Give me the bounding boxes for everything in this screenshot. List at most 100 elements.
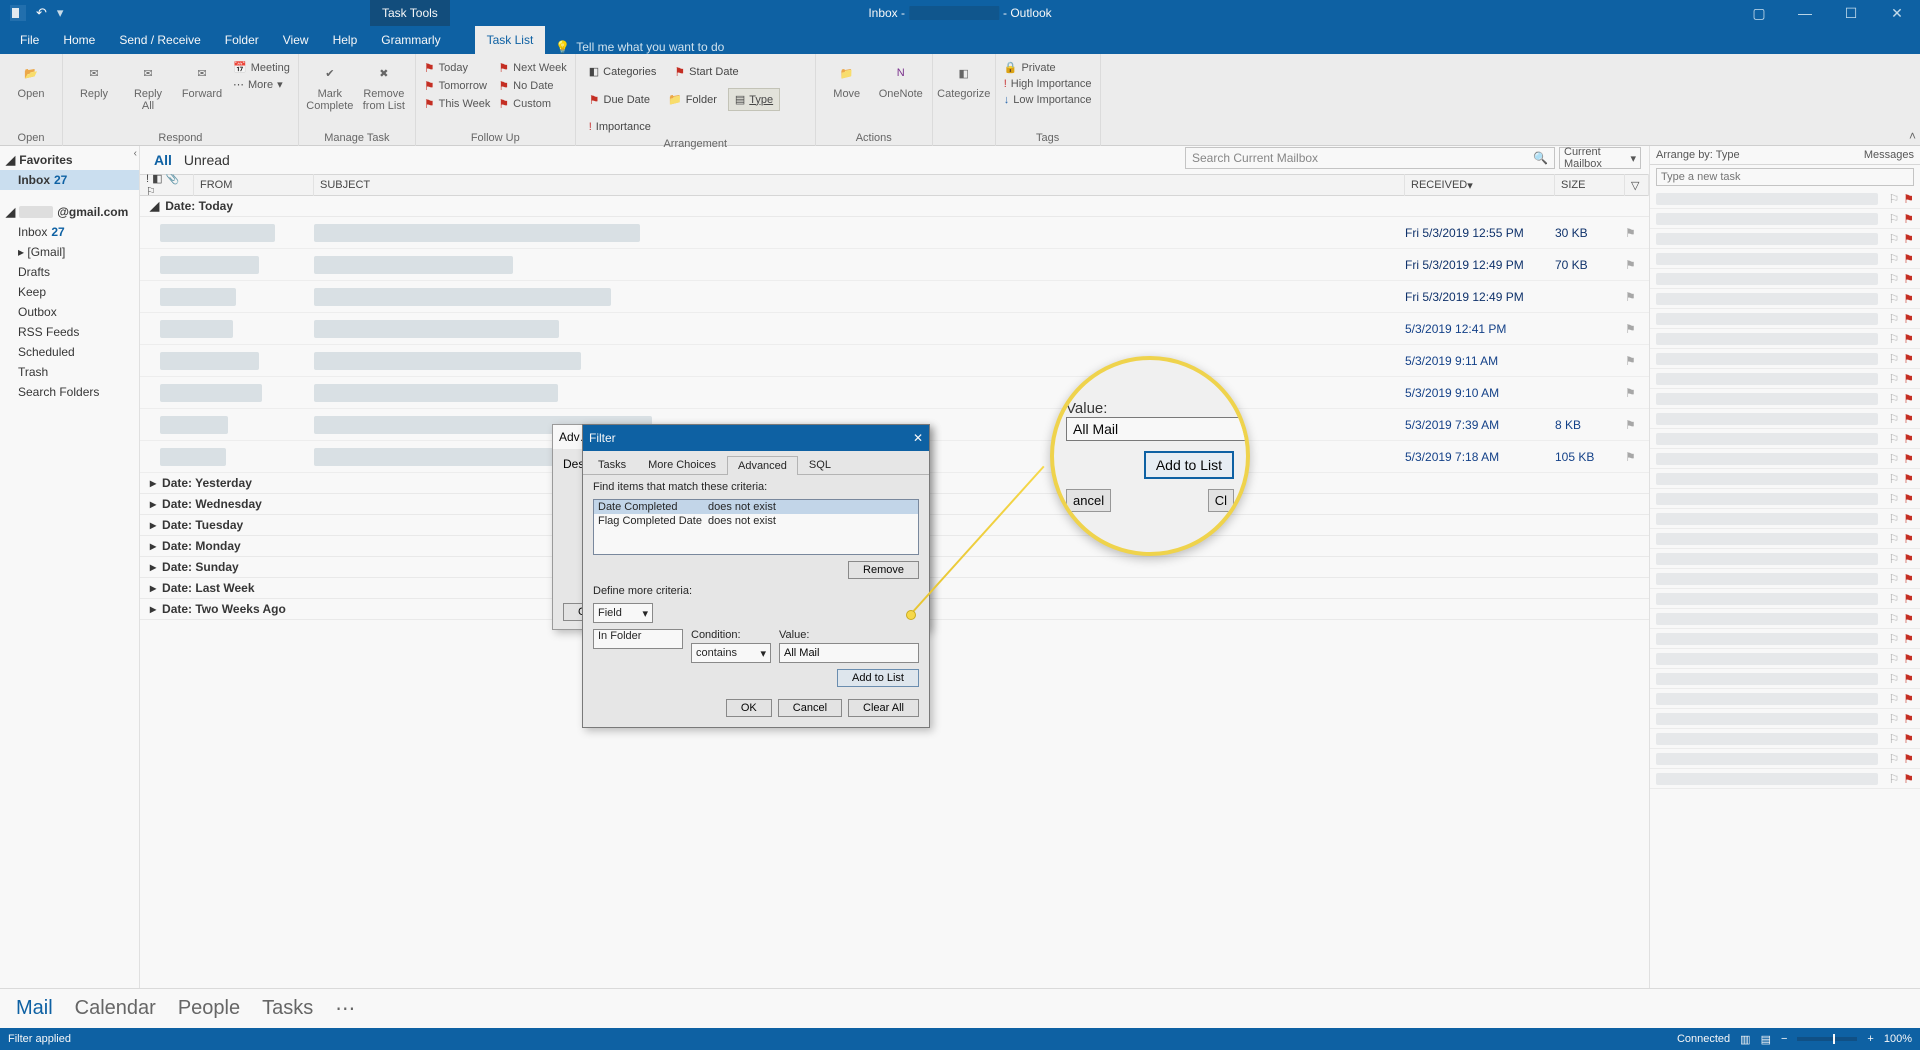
flag-icon[interactable]: ⚑ [1903, 472, 1914, 486]
task-row[interactable]: ⚐⚑ [1650, 329, 1920, 349]
flag-tomorrow-button[interactable]: ⚑Tomorrow [422, 78, 493, 94]
task-row[interactable]: ⚐⚑ [1650, 309, 1920, 329]
task-row[interactable]: ⚐⚑ [1650, 429, 1920, 449]
close-window-icon[interactable]: ✕ [1874, 0, 1920, 26]
flag-icon[interactable]: ⚑ [1625, 258, 1636, 272]
zoom-out-icon[interactable]: − [1781, 1033, 1787, 1045]
col-subject[interactable]: SUBJECT [314, 174, 1405, 196]
task-row[interactable]: ⚐⚑ [1650, 229, 1920, 249]
flag-icon[interactable]: ⚑ [1903, 212, 1914, 226]
flag-icon[interactable]: ⚑ [1903, 352, 1914, 366]
flag-icon[interactable]: ⚑ [1903, 232, 1914, 246]
criteria-row[interactable]: Flag Completed Datedoes not exist [594, 514, 918, 528]
task-row[interactable]: ⚐⚑ [1650, 589, 1920, 609]
flag-icon[interactable]: ⚑ [1903, 772, 1914, 786]
task-row[interactable]: ⚐⚑ [1650, 269, 1920, 289]
flag-icon[interactable]: ⚑ [1903, 192, 1914, 206]
filter-unread[interactable]: Unread [184, 152, 230, 168]
flag-icon[interactable]: ⚑ [1625, 386, 1636, 400]
condition-dropdown[interactable]: contains▾ [691, 643, 771, 663]
flag-icon[interactable]: ⚑ [1903, 732, 1914, 746]
flag-icon[interactable]: ⚑ [1903, 612, 1914, 626]
qat-customize-icon[interactable]: ▾ [57, 5, 64, 21]
flag-icon[interactable]: ⚑ [1903, 392, 1914, 406]
flag-icon[interactable]: ⚑ [1625, 418, 1636, 432]
flag-icon[interactable]: ⚑ [1903, 272, 1914, 286]
zoom-in-icon[interactable]: + [1867, 1033, 1873, 1045]
flag-icon[interactable]: ⚑ [1625, 450, 1636, 464]
col-icons[interactable]: ! ◧ 📎 ⚐ [140, 174, 194, 196]
flag-icon[interactable]: ⚑ [1903, 592, 1914, 606]
mark-complete-button[interactable]: ✔Mark Complete [305, 60, 355, 112]
col-flag[interactable]: ▽ [1625, 174, 1649, 196]
flag-icon[interactable]: ⚑ [1625, 290, 1636, 304]
view-reading-icon[interactable]: ▤ [1761, 1033, 1771, 1046]
col-from[interactable]: FROM [194, 174, 314, 196]
clear-all-button[interactable]: Clear All [848, 699, 919, 717]
filter-tab-sql[interactable]: SQL [798, 455, 842, 474]
value-input[interactable] [779, 643, 919, 663]
task-row[interactable]: ⚐⚑ [1650, 449, 1920, 469]
arrange-importance[interactable]: !Importance [582, 116, 658, 138]
flag-icon[interactable]: ⚑ [1903, 492, 1914, 506]
collapse-ribbon-icon[interactable]: ˄ [1909, 129, 1916, 143]
task-row[interactable]: ⚐⚑ [1650, 409, 1920, 429]
flag-icon[interactable]: ⚑ [1903, 412, 1914, 426]
task-row[interactable]: ⚐⚑ [1650, 349, 1920, 369]
flag-icon[interactable]: ⚑ [1903, 452, 1914, 466]
message-row[interactable]: Fri 5/3/2019 12:55 PM30 KB⚑ [140, 217, 1649, 249]
open-button[interactable]: 📂 Open [6, 60, 56, 100]
account-header[interactable]: ◢@gmail.com [0, 202, 139, 222]
task-row[interactable]: ⚐⚑ [1650, 709, 1920, 729]
arrange-folder[interactable]: 📁Folder [661, 88, 724, 111]
high-importance-button[interactable]: !High Importance [1002, 77, 1094, 91]
mag-add-to-list-button[interactable]: Add to List [1144, 451, 1234, 479]
col-received[interactable]: RECEIVED ▾ [1405, 174, 1555, 196]
view-normal-icon[interactable]: ▥ [1740, 1033, 1750, 1046]
tell-me-search[interactable]: 💡 Tell me what you want to do [555, 40, 724, 54]
arrange-type[interactable]: ▤Type [728, 88, 780, 111]
search-input[interactable]: Search Current Mailbox 🔍 [1185, 147, 1555, 169]
filter-tab-tasks[interactable]: Tasks [587, 455, 637, 474]
ribbon-display-icon[interactable]: ▢ [1736, 0, 1782, 26]
nav-keep[interactable]: Keep [0, 282, 139, 302]
tab-help[interactable]: Help [321, 26, 370, 54]
message-row[interactable]: 5/3/2019 12:41 PM⚑ [140, 313, 1649, 345]
message-row[interactable]: 5/3/2019 9:10 AM⚑ [140, 377, 1649, 409]
task-row[interactable]: ⚐⚑ [1650, 369, 1920, 389]
task-row[interactable]: ⚐⚑ [1650, 749, 1920, 769]
nav-calendar[interactable]: Calendar [75, 997, 156, 1020]
task-row[interactable]: ⚐⚑ [1650, 569, 1920, 589]
arrange-messages[interactable]: Messages [1864, 149, 1914, 161]
criteria-list[interactable]: Date Completeddoes not exist Flag Comple… [593, 499, 919, 555]
flag-icon[interactable]: ⚑ [1625, 322, 1636, 336]
arrange-due-date[interactable]: ⚑Due Date [582, 88, 657, 112]
nav-people[interactable]: People [178, 997, 240, 1020]
undo-icon[interactable]: ↶ [36, 5, 47, 21]
low-importance-button[interactable]: ↓Low Importance [1002, 93, 1094, 107]
fav-inbox[interactable]: Inbox27 [0, 170, 139, 190]
tab-grammarly[interactable]: Grammarly [369, 26, 452, 54]
flag-icon[interactable]: ⚑ [1903, 632, 1914, 646]
criteria-row[interactable]: Date Completeddoes not exist [594, 500, 918, 514]
tab-view[interactable]: View [271, 26, 321, 54]
field-value[interactable]: In Folder [593, 629, 683, 649]
maximize-icon[interactable]: ☐ [1828, 0, 1874, 26]
remove-button[interactable]: Remove [848, 561, 919, 579]
message-row[interactable]: Fri 5/3/2019 12:49 PM⚑ [140, 281, 1649, 313]
filter-tab-more[interactable]: More Choices [637, 455, 727, 474]
task-row[interactable]: ⚐⚑ [1650, 289, 1920, 309]
remove-from-list-button[interactable]: ✖Remove from List [359, 60, 409, 112]
meeting-button[interactable]: 📅Meeting [231, 60, 292, 75]
task-row[interactable]: ⚐⚑ [1650, 189, 1920, 209]
nav-tasks[interactable]: Tasks [262, 997, 313, 1020]
nav-rss[interactable]: RSS Feeds [0, 322, 139, 342]
nav-outbox[interactable]: Outbox [0, 302, 139, 322]
arrange-by[interactable]: Arrange by: Type [1656, 149, 1740, 161]
new-task-input[interactable] [1656, 168, 1914, 186]
tab-folder[interactable]: Folder [213, 26, 271, 54]
flag-icon[interactable]: ⚑ [1903, 532, 1914, 546]
nav-search-folders[interactable]: Search Folders [0, 382, 139, 402]
nav-trash[interactable]: Trash [0, 362, 139, 382]
task-row[interactable]: ⚐⚑ [1650, 489, 1920, 509]
